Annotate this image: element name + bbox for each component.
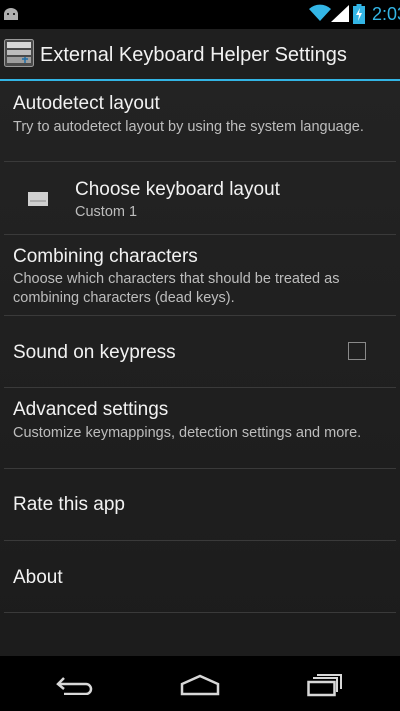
status-bar: 2:03 (0, 0, 400, 29)
recent-apps-icon (307, 674, 342, 697)
keyboard-app-icon[interactable] (4, 39, 34, 67)
pref-rate-this-app[interactable]: Rate this app (0, 469, 400, 540)
back-button[interactable] (35, 656, 115, 711)
pref-summary: Custom 1 (75, 204, 138, 220)
pref-title: Autodetect layout (13, 93, 160, 114)
pref-title: Choose keyboard layout (75, 179, 280, 200)
pref-advanced-settings[interactable]: Advanced settings Customize keymappings,… (0, 388, 400, 468)
recent-apps-button[interactable] (285, 656, 365, 711)
pref-title: About (13, 567, 63, 588)
pref-about[interactable]: About (0, 541, 400, 612)
navigation-bar (0, 656, 400, 711)
settings-list: Autodetect layout Try to autodetect layo… (0, 81, 400, 656)
page-title: External Keyboard Helper Settings (40, 44, 347, 66)
pref-choose-keyboard-layout[interactable]: Choose keyboard layout Custom 1 (0, 162, 400, 234)
sound-checkbox[interactable] (348, 342, 366, 360)
pref-title: Rate this app (13, 494, 125, 515)
wifi-icon (309, 4, 331, 21)
keyboard-layout-icon (28, 192, 48, 206)
home-button[interactable] (160, 656, 240, 711)
pref-title: Advanced settings (13, 399, 169, 420)
divider (4, 612, 396, 613)
pref-summary: Customize keymappings, detection setting… (13, 425, 362, 441)
pref-sound-on-keypress[interactable]: Sound on keypress (0, 316, 400, 387)
pref-title: Sound on keypress (13, 342, 176, 363)
pref-summary: Choose which characters that should be t… (13, 271, 340, 306)
back-icon (56, 677, 93, 695)
action-bar: External Keyboard Helper Settings (0, 29, 400, 79)
pref-summary: Try to autodetect layout by using the sy… (13, 119, 364, 135)
pref-autodetect-layout[interactable]: Autodetect layout Try to autodetect layo… (0, 81, 400, 161)
pref-combining-characters[interactable]: Combining characters Choose which charac… (0, 235, 400, 315)
battery-charging-icon (353, 4, 365, 24)
pref-title: Combining characters (13, 246, 198, 267)
signal-icon (331, 5, 349, 22)
android-notification-icon (4, 8, 18, 20)
status-clock: 2:03 (372, 4, 400, 24)
home-icon (180, 674, 220, 696)
